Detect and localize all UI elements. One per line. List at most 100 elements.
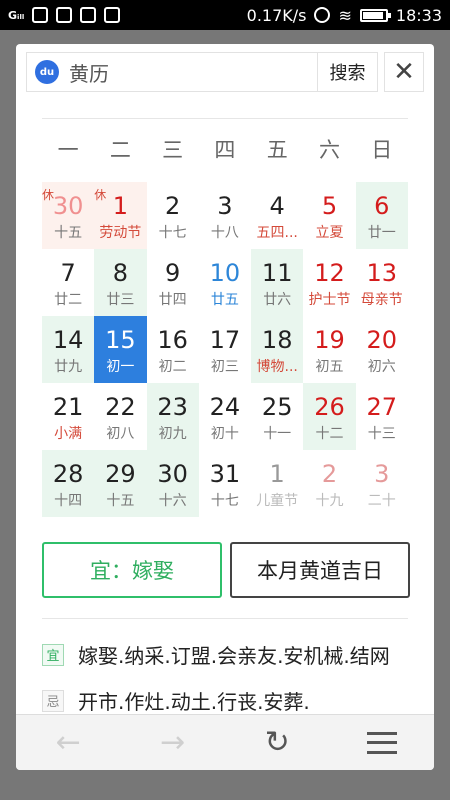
day-number: 26 bbox=[314, 393, 345, 421]
day-cell[interactable]: 26 十二 bbox=[303, 383, 356, 450]
lunar-date: 初六 bbox=[367, 359, 396, 375]
day-cell[interactable]: 24 初十 bbox=[199, 383, 251, 450]
day-cell[interactable]: 19 初五 bbox=[303, 316, 355, 383]
lunar-date: 初五 bbox=[315, 359, 344, 375]
refresh-button[interactable]: ↻ bbox=[247, 718, 307, 768]
day-number: 2 bbox=[165, 192, 181, 220]
day-cell[interactable]: 29 十五 bbox=[94, 450, 147, 517]
lunar-date: 十六 bbox=[158, 493, 187, 509]
day-number: 4 bbox=[269, 192, 285, 220]
divider bbox=[42, 618, 408, 619]
day-cell[interactable]: 休 1 劳动节 bbox=[94, 182, 147, 249]
day-cell[interactable]: 3 十八 bbox=[199, 182, 251, 249]
ji-row: 忌 开市.作灶.动土.行丧.安葬. bbox=[42, 686, 412, 715]
day-number: 29 bbox=[105, 460, 136, 488]
lunar-date: 初一 bbox=[106, 359, 135, 375]
day-number: 12 bbox=[314, 259, 345, 287]
baidu-paw-icon: du bbox=[35, 60, 59, 84]
weekday-label: 二 bbox=[109, 138, 131, 162]
day-cell[interactable]: 4 五四... bbox=[251, 182, 303, 249]
day-number: 21 bbox=[52, 393, 84, 421]
day-number: 27 bbox=[366, 393, 397, 421]
day-cell[interactable]: 14 廿九 bbox=[42, 316, 95, 383]
lunar-date: 初十 bbox=[210, 426, 239, 442]
back-button[interactable]: ← bbox=[38, 718, 98, 768]
close-icon: ✕ bbox=[393, 57, 415, 87]
lunar-date: 初二 bbox=[158, 359, 187, 375]
lunar-date: 十三 bbox=[367, 426, 396, 442]
day-cell[interactable]: 22 初八 bbox=[94, 383, 146, 450]
day-cell[interactable]: 8 廿三 bbox=[94, 249, 147, 316]
day-cell[interactable]: 6 廿一 bbox=[355, 182, 408, 249]
lunar-date: 博物... bbox=[256, 359, 298, 375]
app-icon bbox=[104, 7, 121, 23]
lunar-date: 十二 bbox=[315, 426, 344, 442]
day-number: 6 bbox=[374, 192, 390, 220]
wifi-icon: ≋ bbox=[338, 5, 352, 25]
lunar-date: 十五 bbox=[54, 225, 83, 241]
day-cell[interactable]: 休 30 十五 bbox=[42, 182, 95, 249]
day-cell[interactable]: 17 初三 bbox=[199, 316, 251, 383]
lunar-date: 劳动节 bbox=[99, 225, 142, 241]
day-cell-today[interactable]: 15 初一 bbox=[94, 316, 147, 383]
lunar-date: 二十 bbox=[367, 493, 396, 509]
alarm-icon bbox=[314, 7, 331, 23]
copy-icon bbox=[80, 7, 97, 23]
day-cell[interactable]: 28 十四 bbox=[42, 450, 95, 517]
yi-badge: 宜 bbox=[42, 643, 64, 666]
day-number: 15 bbox=[105, 326, 136, 354]
lunar-date: 母亲节 bbox=[360, 292, 403, 308]
day-number: 28 bbox=[52, 460, 84, 488]
day-cell[interactable]: 31 十七 bbox=[199, 450, 251, 517]
day-cell[interactable]: 12 护士节 bbox=[303, 249, 355, 316]
day-cell[interactable]: 27 十三 bbox=[356, 383, 408, 450]
calendar-week: 21 小满 22 初八 23 初九 24 初十 25 十一 26 十二 27 十… bbox=[42, 383, 408, 450]
yi-filter-button[interactable]: 宜：嫁娶 bbox=[42, 542, 222, 598]
day-cell[interactable]: 23 初九 bbox=[146, 383, 199, 450]
day-cell[interactable]: 2 十七 bbox=[147, 182, 199, 249]
day-number: 14 bbox=[52, 326, 84, 354]
lucky-days-button[interactable]: 本月黄道吉日 bbox=[230, 542, 410, 598]
day-cell[interactable]: 25 十一 bbox=[251, 383, 303, 450]
day-number: 22 bbox=[105, 393, 136, 421]
refresh-icon: ↻ bbox=[264, 725, 290, 760]
day-cell-next-month[interactable]: 2 十九 bbox=[303, 450, 355, 517]
day-cell[interactable]: 18 博物... bbox=[251, 316, 304, 383]
day-cell[interactable]: 21 小满 bbox=[42, 383, 94, 450]
yi-row: 宜 嫁娶.纳采.订盟.会亲友.安机械.结网 bbox=[42, 640, 412, 669]
search-button[interactable]: 搜索 bbox=[318, 52, 378, 92]
day-cell[interactable]: 13 母亲节 bbox=[356, 249, 408, 316]
close-button[interactable]: ✕ bbox=[384, 52, 424, 92]
menu-button[interactable] bbox=[352, 718, 412, 768]
menu-icon bbox=[366, 731, 397, 754]
day-cell[interactable]: 16 初二 bbox=[147, 316, 199, 383]
forward-button[interactable]: → bbox=[143, 718, 203, 768]
search-input[interactable]: du 黄历 bbox=[26, 52, 318, 92]
weekday-label: 三 bbox=[162, 138, 184, 162]
day-cell[interactable]: 9 廿四 bbox=[147, 249, 199, 316]
lunar-date: 廿三 bbox=[106, 292, 135, 308]
battery-icon bbox=[359, 8, 391, 22]
day-cell[interactable]: 30 十六 bbox=[146, 450, 199, 517]
day-number: 9 bbox=[165, 259, 181, 287]
arrow-right-icon: → bbox=[160, 725, 186, 760]
file-icon bbox=[56, 7, 73, 23]
day-cell-next-month[interactable]: 1 儿童节 bbox=[251, 450, 303, 517]
day-number: 30 bbox=[157, 460, 188, 488]
day-cell[interactable]: 20 初六 bbox=[356, 316, 408, 383]
lunar-date: 初八 bbox=[106, 426, 135, 442]
lunar-date: 立夏 bbox=[315, 225, 344, 241]
day-cell-next-month[interactable]: 3 二十 bbox=[356, 450, 408, 517]
lunar-date: 廿四 bbox=[158, 292, 187, 308]
holiday-rest-tag: 休 bbox=[94, 188, 107, 202]
lunar-date: 廿二 bbox=[54, 292, 83, 308]
network-speed: 0.17K/s bbox=[246, 5, 307, 25]
day-cell[interactable]: 7 廿二 bbox=[42, 249, 94, 316]
day-cell[interactable]: 11 廿六 bbox=[251, 249, 304, 316]
day-cell[interactable]: 10 廿五 bbox=[199, 249, 251, 316]
action-buttons: 宜：嫁娶 本月黄道吉日 bbox=[42, 542, 410, 598]
day-number: 8 bbox=[112, 259, 129, 287]
day-cell[interactable]: 5 立夏 bbox=[303, 182, 355, 249]
day-number: 3 bbox=[217, 192, 233, 220]
lunar-date: 十四 bbox=[54, 493, 83, 509]
